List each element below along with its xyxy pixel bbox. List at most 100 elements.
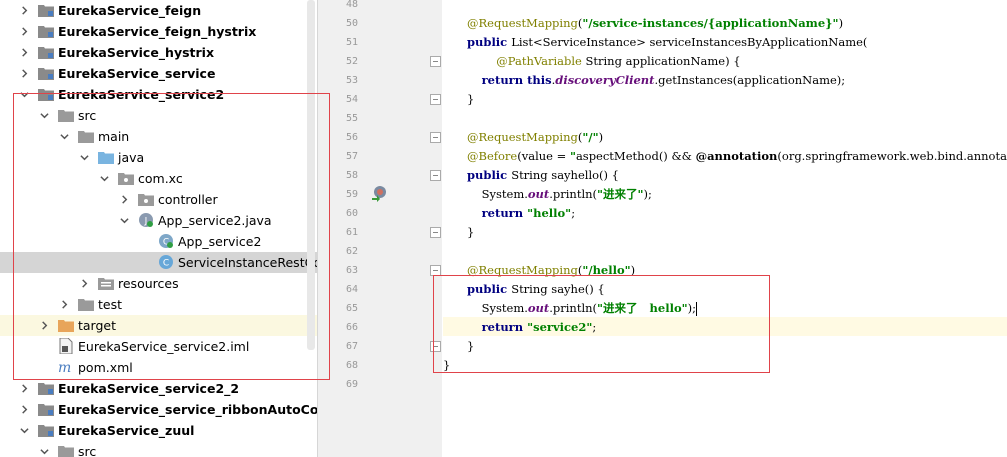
tree-item[interactable]: main	[0, 126, 317, 147]
tree-item[interactable]: J App_service2.java	[0, 210, 317, 231]
tree-item-label: ServiceInstanceRestController	[178, 255, 317, 270]
tree-item-label: EurekaService_service_ribbonAutoConfig	[58, 402, 317, 417]
expand-arrow-icon[interactable]	[79, 273, 89, 294]
folder-icon	[78, 296, 94, 312]
tree-item[interactable]: EurekaService_hystrix	[0, 42, 317, 63]
tree-item-label: EurekaService_feign_hystrix	[58, 24, 257, 39]
code-line: @RequestMapping("/hello")	[467, 261, 635, 280]
line-number: 51	[345, 37, 358, 48]
tree-item[interactable]: C App_service2	[0, 231, 317, 252]
expand-arrow-icon[interactable]	[19, 21, 29, 42]
fold-marker-icon[interactable]	[430, 94, 441, 105]
class-icon: C	[158, 254, 174, 270]
excluded-folder-icon	[58, 317, 74, 333]
collapse-arrow-icon[interactable]	[79, 147, 89, 168]
code-line: public List<ServiceInstance> serviceInst…	[467, 33, 867, 52]
tree-item[interactable]: EurekaService_service2	[0, 84, 317, 105]
source-folder-icon	[98, 149, 114, 165]
tree-item[interactable]: EurekaService_service2.iml	[0, 336, 317, 357]
tree-item[interactable]: EurekaService_service2_2	[0, 378, 317, 399]
tree-item-label: EurekaService_service2_2	[58, 381, 240, 396]
project-tree[interactable]: EurekaService_feign EurekaService_feign_h…	[0, 0, 317, 457]
code-line: @Before(value = "aspectMethod() && @anno…	[467, 147, 1007, 166]
tree-item[interactable]: EurekaService_feign	[0, 0, 317, 21]
line-number: 53	[345, 75, 358, 86]
tree-item-label: resources	[118, 276, 179, 291]
tree-item[interactable]: EurekaService_feign_hystrix	[0, 21, 317, 42]
tree-item[interactable]: EurekaService_service_ribbonAutoConfig	[0, 399, 317, 420]
line-number: 68	[345, 360, 358, 371]
tree-item-label: test	[98, 297, 123, 312]
module-folder-icon	[38, 401, 54, 417]
tree-item[interactable]: EurekaService_zuul	[0, 420, 317, 441]
code-token: (org.springframework.web.bind.annotation…	[777, 149, 1007, 163]
fold-marker-icon[interactable]	[430, 170, 441, 181]
fold-marker-icon[interactable]	[430, 265, 441, 276]
collapse-arrow-icon[interactable]	[99, 168, 109, 189]
tree-item[interactable]: EurekaService_service	[0, 63, 317, 84]
code-line: return "hello";	[467, 204, 575, 223]
code-token: () {	[599, 168, 619, 182]
tree-item[interactable]: src	[0, 105, 317, 126]
code-token: "/"	[582, 130, 599, 144]
code-token: String	[511, 168, 552, 182]
tree-item[interactable]: java	[0, 147, 317, 168]
text-caret	[696, 302, 697, 316]
code-token: );	[643, 187, 652, 201]
expand-arrow-icon[interactable]	[19, 378, 29, 399]
tree-item[interactable]: resources	[0, 273, 317, 294]
collapse-arrow-icon[interactable]	[59, 126, 69, 147]
line-number: 63	[345, 265, 358, 276]
collapse-arrow-icon[interactable]	[19, 84, 29, 105]
code-line: public String sayhe() {	[467, 280, 605, 299]
module-folder-icon	[38, 65, 54, 81]
code-token: .println(	[549, 301, 598, 315]
expand-arrow-icon[interactable]	[19, 42, 29, 63]
fold-marker-icon[interactable]	[430, 227, 441, 238]
tree-scrollbar[interactable]	[307, 0, 315, 350]
tree-item[interactable]: C ServiceInstanceRestController	[0, 252, 317, 273]
java-file-icon: J	[138, 212, 154, 228]
collapse-arrow-icon[interactable]	[19, 420, 29, 441]
svg-text:J: J	[144, 217, 148, 227]
tree-item-label: EurekaService_service2	[58, 87, 225, 102]
code-token: }	[467, 339, 475, 353]
code-token: }	[467, 92, 475, 106]
code-token: .getInstances(applicationName);	[654, 73, 846, 87]
expand-arrow-icon[interactable]	[19, 0, 29, 21]
code-token: return	[481, 206, 528, 220]
expand-arrow-icon[interactable]	[19, 63, 29, 84]
expand-arrow-icon[interactable]	[39, 315, 49, 336]
fold-marker-icon[interactable]	[430, 341, 441, 352]
fold-marker-icon[interactable]	[430, 132, 441, 143]
code-token: }	[467, 225, 475, 239]
code-editor[interactable]: @RequestMapping("/service-instances/{app…	[443, 0, 1007, 457]
tree-item-label: EurekaService_hystrix	[58, 45, 215, 60]
code-token: "进来了"	[597, 187, 644, 201]
fold-marker-icon[interactable]	[430, 56, 441, 67]
spring-bean-gutter-icon[interactable]	[370, 184, 388, 202]
code-token: aspectMethod() &&	[575, 149, 696, 163]
expand-arrow-icon[interactable]	[59, 294, 69, 315]
code-line: @RequestMapping("/")	[467, 128, 603, 147]
tree-item[interactable]: controller	[0, 189, 317, 210]
tree-item[interactable]: src	[0, 441, 317, 457]
tree-item-label: EurekaService_service	[58, 66, 216, 81]
collapse-arrow-icon[interactable]	[119, 210, 129, 231]
tree-item[interactable]: test	[0, 294, 317, 315]
tree-item[interactable]: target	[0, 315, 317, 336]
tree-item[interactable]: m pom.xml	[0, 357, 317, 378]
collapse-arrow-icon[interactable]	[39, 105, 49, 126]
code-token: "进来了 hello"	[597, 301, 688, 315]
expand-arrow-icon[interactable]	[19, 399, 29, 420]
collapse-arrow-icon[interactable]	[39, 441, 49, 457]
line-number: 61	[345, 227, 358, 238]
tree-item[interactable]: com.xc	[0, 168, 317, 189]
expand-arrow-icon[interactable]	[119, 189, 129, 210]
module-folder-icon	[38, 86, 54, 102]
code-token: "service2"	[527, 320, 593, 334]
line-number: 64	[345, 284, 358, 295]
tree-item-label: com.xc	[138, 171, 183, 186]
